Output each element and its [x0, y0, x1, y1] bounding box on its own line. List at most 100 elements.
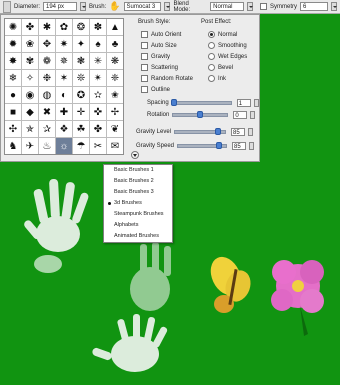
effect-wet-edges-option[interactable]: Wet Edges	[208, 53, 247, 60]
brush-cell-icon[interactable]: ✬	[107, 87, 123, 103]
menu-item-alphabets[interactable]: Alphabets	[104, 220, 172, 231]
gravity-level-track[interactable]	[174, 128, 227, 135]
brush-cell-icon[interactable]: ☂	[73, 138, 89, 154]
brush-cell-icon[interactable]: ☘	[73, 121, 89, 137]
brush-cell-icon[interactable]: ❦	[107, 121, 123, 137]
auto-size-checkbox[interactable]	[141, 42, 148, 49]
toolbar-grip[interactable]	[3, 0, 11, 13]
brush-cell-icon[interactable]: ❉	[39, 70, 55, 86]
brush-cell-icon[interactable]: ✸	[5, 53, 21, 69]
brush-cell-icon[interactable]: ❀	[22, 36, 38, 52]
spacing-value[interactable]: 1	[236, 99, 251, 107]
brush-cell-icon[interactable]: ✵	[56, 53, 72, 69]
brush-cell-icon[interactable]: ♠	[90, 36, 106, 52]
brush-cell-icon[interactable]: ■	[5, 104, 21, 120]
brush-cell-icon[interactable]: ❋	[107, 53, 123, 69]
effect-wet-edges-radio[interactable]	[208, 53, 215, 60]
brush-cell-icon[interactable]: ✺	[5, 19, 21, 35]
brush-cell-icon[interactable]: ✤	[90, 121, 106, 137]
blend-mode-dropdown[interactable]	[247, 2, 254, 11]
effect-smoothing-option[interactable]: Smoothing	[208, 42, 247, 49]
brush-cell-icon[interactable]: ✂	[90, 138, 106, 154]
gravity-speed-knob[interactable]	[215, 142, 222, 149]
random-rotate-checkbox[interactable]	[141, 75, 148, 82]
brush-cell-icon[interactable]: ✧	[22, 70, 38, 86]
auto-orient-checkbox[interactable]	[141, 31, 148, 38]
brush-cell-icon[interactable]: ✜	[90, 104, 106, 120]
auto-orient-option[interactable]: Auto Orient	[141, 31, 181, 38]
brush-set-menu-button[interactable]	[131, 151, 139, 159]
menu-item-basic-brushes-2[interactable]: Basic Brushes 2	[104, 176, 172, 187]
menu-item-steampunk-brushes[interactable]: Steampunk Brushes	[104, 209, 172, 220]
brush-cell-icon[interactable]: ✰	[39, 121, 55, 137]
brush-cell-icon[interactable]: ✤	[22, 19, 38, 35]
effect-bevel-option[interactable]: Bevel	[208, 64, 233, 71]
gravity-option[interactable]: Gravity	[141, 53, 170, 60]
diameter-field[interactable]: 194 px	[43, 2, 77, 11]
brush-cell-icon[interactable]: ❁	[39, 53, 55, 69]
effect-smoothing-radio[interactable]	[208, 42, 215, 49]
rotation-track[interactable]	[172, 111, 229, 118]
brush-cell-icon[interactable]: ✴	[90, 70, 106, 86]
scattering-checkbox[interactable]	[141, 64, 148, 71]
brush-field[interactable]: Sumocat 3	[123, 2, 162, 11]
brush-cell-icon[interactable]: ◍	[39, 87, 55, 103]
brush-cell-icon[interactable]: ✹	[5, 36, 21, 52]
outline-option[interactable]: Outline	[141, 86, 170, 93]
brush-cell-icon[interactable]: ✢	[107, 104, 123, 120]
brush-cell-icon[interactable]: ✷	[56, 36, 72, 52]
rotation-knob[interactable]	[197, 111, 204, 118]
gravity-speed-spinner[interactable]	[249, 142, 255, 150]
spacing-spinner[interactable]	[253, 99, 259, 107]
gravity-level-spinner[interactable]	[248, 128, 254, 136]
brush-cell-icon[interactable]: ❊	[73, 70, 89, 86]
brush-cell-icon[interactable]: ✈	[22, 138, 38, 154]
brush-cell-icon[interactable]: ◆	[22, 104, 38, 120]
brush-cell-icon[interactable]: ❄	[5, 70, 21, 86]
menu-item-basic-brushes-3[interactable]: Basic Brushes 3	[104, 187, 172, 198]
brush-cell-icon[interactable]: ✦	[73, 36, 89, 52]
auto-size-option[interactable]: Auto Size	[141, 42, 177, 49]
brush-cell-icon[interactable]: ♞	[5, 138, 21, 154]
spacing-track[interactable]	[170, 99, 232, 106]
brush-cell-icon[interactable]: ❃	[73, 53, 89, 69]
gravity-level-knob[interactable]	[214, 128, 221, 135]
rotation-value[interactable]: 0	[233, 111, 248, 119]
spacing-knob[interactable]	[170, 99, 177, 106]
gravity-level-value[interactable]: 85	[231, 128, 246, 136]
menu-item-3d-brushes[interactable]: 3d Brushes	[104, 198, 172, 209]
brush-cell-icon[interactable]: ▲	[107, 19, 123, 35]
brush-cell-icon[interactable]: ●	[5, 87, 21, 103]
effect-ink-option[interactable]: Ink	[208, 75, 226, 82]
brush-cell-icon[interactable]: ☼	[56, 138, 72, 154]
scattering-option[interactable]: Scattering	[141, 64, 178, 71]
effect-normal-radio[interactable]	[208, 31, 215, 38]
brush-cell-icon[interactable]: ✽	[90, 19, 106, 35]
brush-cell-icon[interactable]: ✥	[39, 36, 55, 52]
brush-cell-icon[interactable]: ✫	[90, 87, 106, 103]
symmetry-checkbox[interactable]	[260, 3, 268, 10]
brush-cell-icon[interactable]: ◐	[56, 87, 72, 103]
gravity-checkbox[interactable]	[141, 53, 148, 60]
brush-cell-icon[interactable]: ❂	[73, 19, 89, 35]
random-rotate-option[interactable]: Random Rotate	[141, 75, 193, 82]
brush-dropdown[interactable]	[164, 2, 171, 11]
rotation-spinner[interactable]	[250, 111, 256, 119]
brush-cell-icon[interactable]: ♣	[107, 36, 123, 52]
brush-cell-icon[interactable]: ✣	[5, 121, 21, 137]
symmetry-dropdown[interactable]	[331, 2, 338, 11]
symmetry-field[interactable]: 6	[300, 2, 329, 11]
gravity-speed-value[interactable]: 85	[232, 142, 247, 150]
effect-bevel-radio[interactable]	[208, 64, 215, 71]
brush-cell-icon[interactable]: ✳	[90, 53, 106, 69]
brush-cell-icon[interactable]: ✿	[56, 19, 72, 35]
brush-cell-icon[interactable]: ◉	[22, 87, 38, 103]
brush-cell-icon[interactable]: ✶	[56, 70, 72, 86]
brush-cell-icon[interactable]: ✾	[22, 53, 38, 69]
brush-cell-icon[interactable]: ❈	[107, 70, 123, 86]
brush-cell-icon[interactable]: ✱	[39, 19, 55, 35]
outline-checkbox[interactable]	[141, 86, 148, 93]
brush-cell-icon[interactable]: ✯	[22, 121, 38, 137]
brush-cell-icon[interactable]: ✪	[73, 87, 89, 103]
menu-item-animated-brushes[interactable]: Animated Brushes	[104, 231, 172, 242]
